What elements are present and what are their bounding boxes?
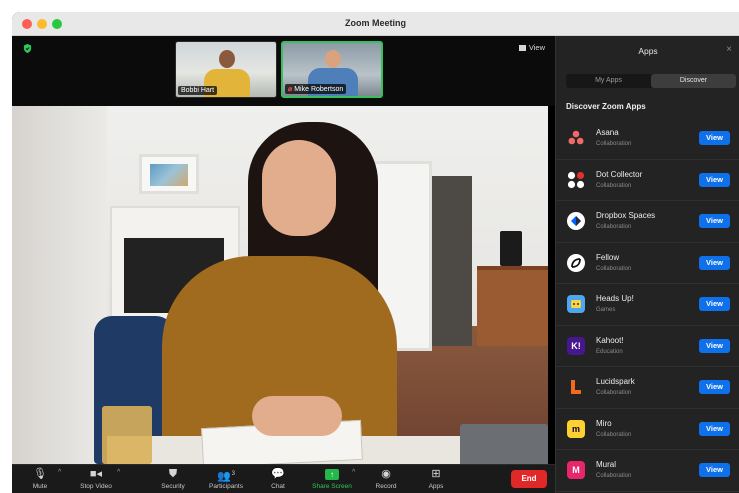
view-app-button[interactable]: View [699,463,730,477]
dropbox-spaces-icon [567,212,585,230]
shield-icon: ⛊ [168,468,178,480]
video-area: Bobbi Hart ⌀ Mike Robertson View 🎙 Mute … [12,36,555,493]
lucidspark-icon [567,378,585,396]
audio-options-chevron-icon[interactable]: ^ [58,469,61,476]
zoom-meeting-window: Zoom Meeting Bobbi Hart ⌀Mike Robertson [12,12,739,493]
laptop [460,424,548,464]
view-app-button[interactable]: View [699,255,730,270]
asana-icon [567,129,585,147]
apps-panel-title: Apps [638,46,658,56]
apps-panel: Apps × My Apps Discover Discover Zoom Ap… [555,36,739,493]
apps-button[interactable]: ⊞ Apps [408,467,464,490]
participant-avatar [219,50,235,68]
list-item[interactable]: Heads Up! Games View [556,284,739,326]
app-list: Asana Collaboration View Dot Collector C… [556,118,739,492]
view-app-button[interactable]: View [699,297,730,311]
list-item[interactable]: Dot Collector Collaboration View [556,160,739,201]
title-bar: Zoom Meeting [12,12,739,36]
apps-icon: ⊞ [431,468,441,480]
kahoot-icon: K! [567,336,585,355]
background-dresser [477,266,548,346]
view-app-button[interactable]: View [699,380,730,394]
participants-icon: 👥3 [216,470,236,483]
video-camera-icon: ■◂ [89,468,103,480]
chat-bubble-icon: 💬 [271,468,285,480]
active-speaker-video [12,106,548,464]
window-title: Zoom Meeting [345,18,406,28]
mural-icon: M [567,461,585,479]
speaker-face [262,140,336,236]
view-app-button[interactable]: View [699,172,730,187]
list-item[interactable]: M Mural Collaboration View [556,450,739,492]
view-button[interactable]: View [518,43,545,52]
apps-tabs: My Apps Discover [566,74,736,88]
participant-name-label: Bobbi Hart [178,86,218,95]
dot-collector-icon [567,171,585,189]
participant-thumbnail-active-speaker[interactable]: ⌀ Mike Robertson [281,41,383,98]
close-icon[interactable]: × [726,44,732,55]
grid-view-icon [518,44,526,51]
participant-strip: Bobbi Hart ⌀ Mike Robertson View [12,36,555,106]
participants-count: 3 [231,471,236,477]
list-item[interactable]: Asana Collaboration View [556,118,739,160]
security-shield-icon [23,44,32,53]
security-button[interactable]: ⛊ Security [145,467,201,490]
record-icon: ◉ [381,468,391,480]
list-item[interactable]: m Miro Collaboration View [556,409,739,450]
view-app-button[interactable]: View [699,214,730,228]
video-options-chevron-icon[interactable]: ^ [117,469,120,476]
muted-mic-icon: ⌀ [288,86,293,93]
tab-discover[interactable]: Discover [651,74,736,88]
participant-avatar [325,50,341,68]
pencil-cup [102,406,152,464]
view-app-button[interactable]: View [699,421,730,436]
list-item[interactable]: K! Kahoot! Education View [556,326,739,367]
view-app-button[interactable]: View [699,131,730,145]
participant-thumbnail[interactable]: Bobbi Hart [175,41,277,98]
list-item[interactable]: Dropbox Spaces Collaboration View [556,201,739,243]
fellow-icon [567,253,585,272]
end-meeting-button[interactable]: End [511,470,547,488]
view-app-button[interactable]: View [699,338,730,353]
tab-my-apps[interactable]: My Apps [566,74,651,88]
section-title: Discover Zoom Apps [566,102,646,111]
share-options-chevron-icon[interactable]: ^ [352,469,355,476]
participant-name-label: ⌀ Mike Robertson [285,84,347,94]
participants-button[interactable]: 👥3 Participants [198,467,254,490]
chat-button[interactable]: 💬 Chat [250,467,306,490]
record-button[interactable]: ◉ Record [358,467,414,490]
background-speaker [500,231,522,266]
apps-panel-header: Apps × [556,36,739,66]
background-painting [139,154,199,194]
heads-up-icon [567,295,585,313]
list-item[interactable]: Fellow Collaboration View [556,243,739,284]
miro-icon: m [567,419,585,438]
speaker-hands [252,396,342,436]
meeting-toolbar: 🎙 Mute ^ ■◂ Stop Video ^ ⛊ Security 👥3 P… [12,464,555,493]
list-item[interactable]: Lucidspark Collaboration View [556,367,739,409]
stop-video-button[interactable]: ■◂ Stop Video [68,467,124,490]
